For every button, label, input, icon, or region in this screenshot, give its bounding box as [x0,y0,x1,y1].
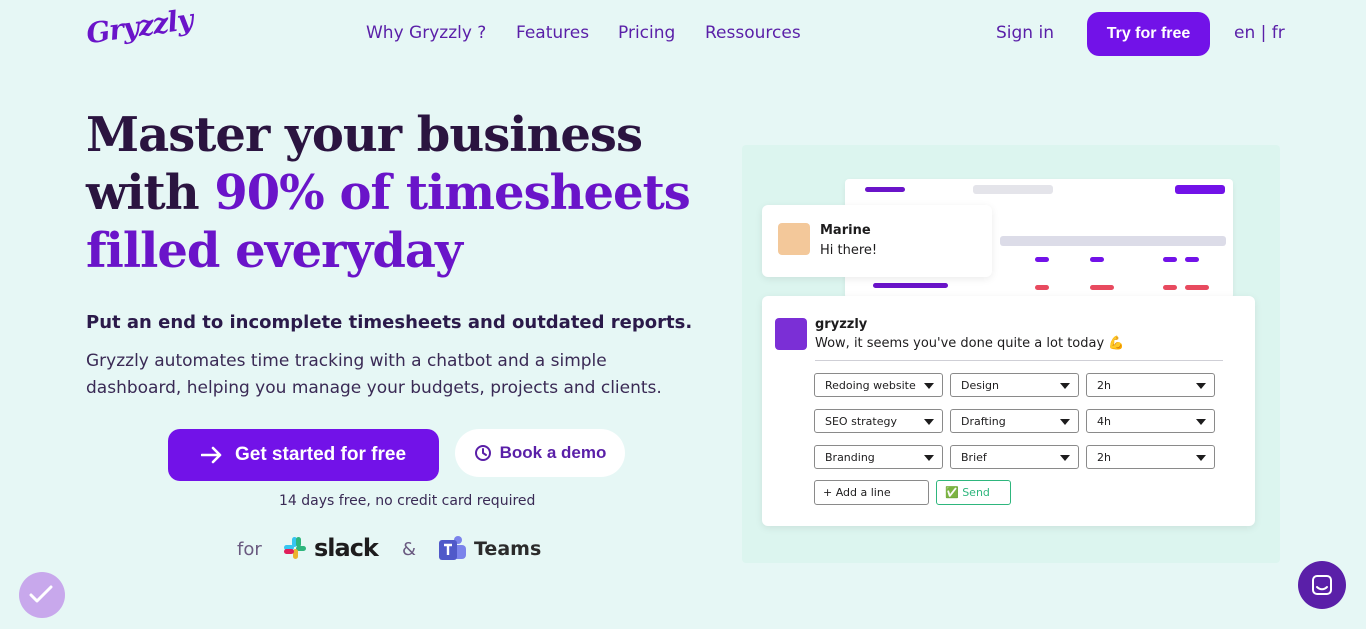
arrow-right-icon [200,446,222,464]
trial-note: 14 days free, no credit card required [279,493,536,509]
message-author: gryzzly [815,317,868,332]
dash-bar [973,185,1053,194]
dash-bar [1000,236,1226,246]
slack-wordmark: slack [314,534,379,562]
time-select[interactable]: 2h [1086,445,1215,469]
send-label: Send [962,486,990,499]
task-select[interactable]: Drafting [950,409,1079,433]
message-text: Hi there! [820,243,878,258]
book-demo-label: Book a demo [499,443,607,462]
for-label: for [237,539,262,560]
send-button[interactable]: ✅ Send [936,480,1011,505]
check-icon [29,585,53,603]
ampersand: & [402,539,417,560]
sign-in-link[interactable]: Sign in [996,23,1054,43]
language-switcher[interactable]: en | fr [1234,23,1285,43]
product-mockup: Marine Hi there! gryzzly Wow, it seems y… [742,145,1280,563]
project-select[interactable]: SEO strategy [814,409,943,433]
time-select[interactable]: 4h [1086,409,1215,433]
dash-bar [865,187,905,192]
nav-pricing[interactable]: Pricing [618,23,675,43]
teams-icon [439,536,466,560]
accessibility-widget[interactable] [19,572,65,618]
try-for-free-button[interactable]: Try for free [1087,12,1210,56]
chat-launcher-button[interactable] [1298,561,1346,609]
dash-bar [1090,285,1114,290]
hero-headline: Master your business with 90% of timeshe… [86,106,726,280]
dash-bar [1185,285,1209,290]
dash-bar [1090,257,1104,262]
top-nav: Gryzzly Why Gryzzly ? Features Pricing R… [0,0,1366,68]
message-author: Marine [820,223,871,238]
project-select[interactable]: Redoing website [814,373,943,397]
message-text: Wow, it seems you've done quite a lot to… [815,336,1125,351]
teams-wordmark: Teams [474,538,542,560]
time-select[interactable]: 2h [1086,373,1215,397]
gryzzly-logo[interactable]: Gryzzly [84,3,194,51]
dash-bar [1035,285,1049,290]
teams-logo: Teams [436,534,541,564]
get-started-button[interactable]: Get started for free [168,429,439,481]
dash-bar [1163,257,1177,262]
nav-features[interactable]: Features [516,23,589,43]
dash-bar [1185,257,1199,262]
slack-icon [284,537,306,559]
slack-logo: slack [282,534,379,562]
book-demo-button[interactable]: Book a demo [455,429,625,477]
dash-bar [1035,257,1049,262]
task-select[interactable]: Design [950,373,1079,397]
dash-bar [873,283,948,288]
dash-bar [1163,285,1177,290]
chat-icon [1312,575,1332,595]
dash-bar [1175,185,1225,194]
nav-ressources[interactable]: Ressources [705,23,801,43]
get-started-label: Get started for free [234,444,407,465]
chat-message-gryzzly: gryzzly Wow, it seems you've done quite … [762,296,1255,526]
avatar [778,223,810,255]
nav-why-gryzzly[interactable]: Why Gryzzly ? [366,23,486,43]
hero-description: Gryzzly automates time tracking with a c… [86,351,662,398]
chat-message-marine: Marine Hi there! [762,205,992,277]
project-select[interactable]: Branding [814,445,943,469]
task-select[interactable]: Brief [950,445,1079,469]
hero-subtitle: Put an end to incomplete timesheets and … [86,312,693,333]
divider [815,360,1223,361]
add-line-button[interactable]: + Add a line [814,480,929,505]
bear-avatar [775,318,807,350]
clock-icon [474,445,491,461]
